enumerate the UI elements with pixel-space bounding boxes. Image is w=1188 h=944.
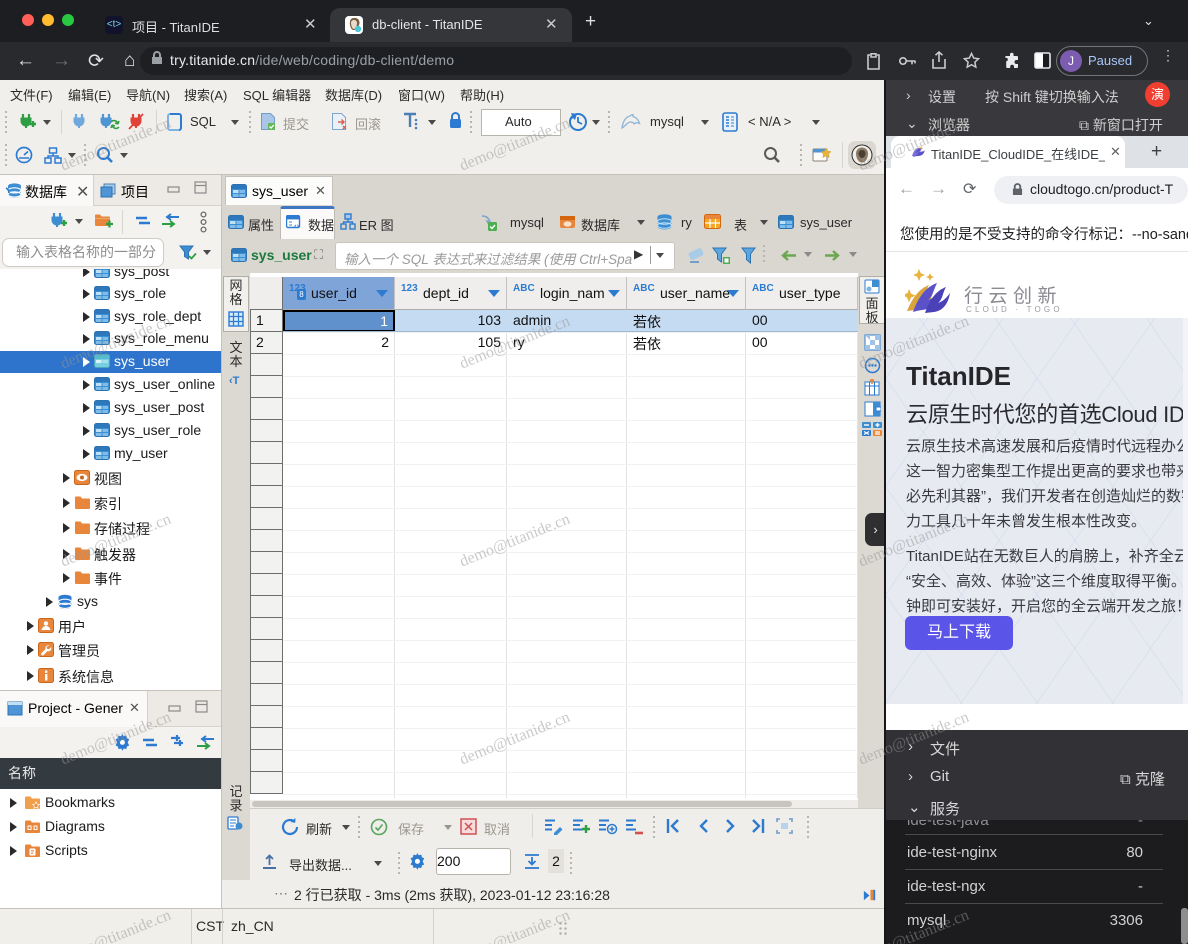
svg-text:‹T: ‹T (229, 375, 240, 387)
svg-text:‹›: ‹› (294, 221, 300, 230)
